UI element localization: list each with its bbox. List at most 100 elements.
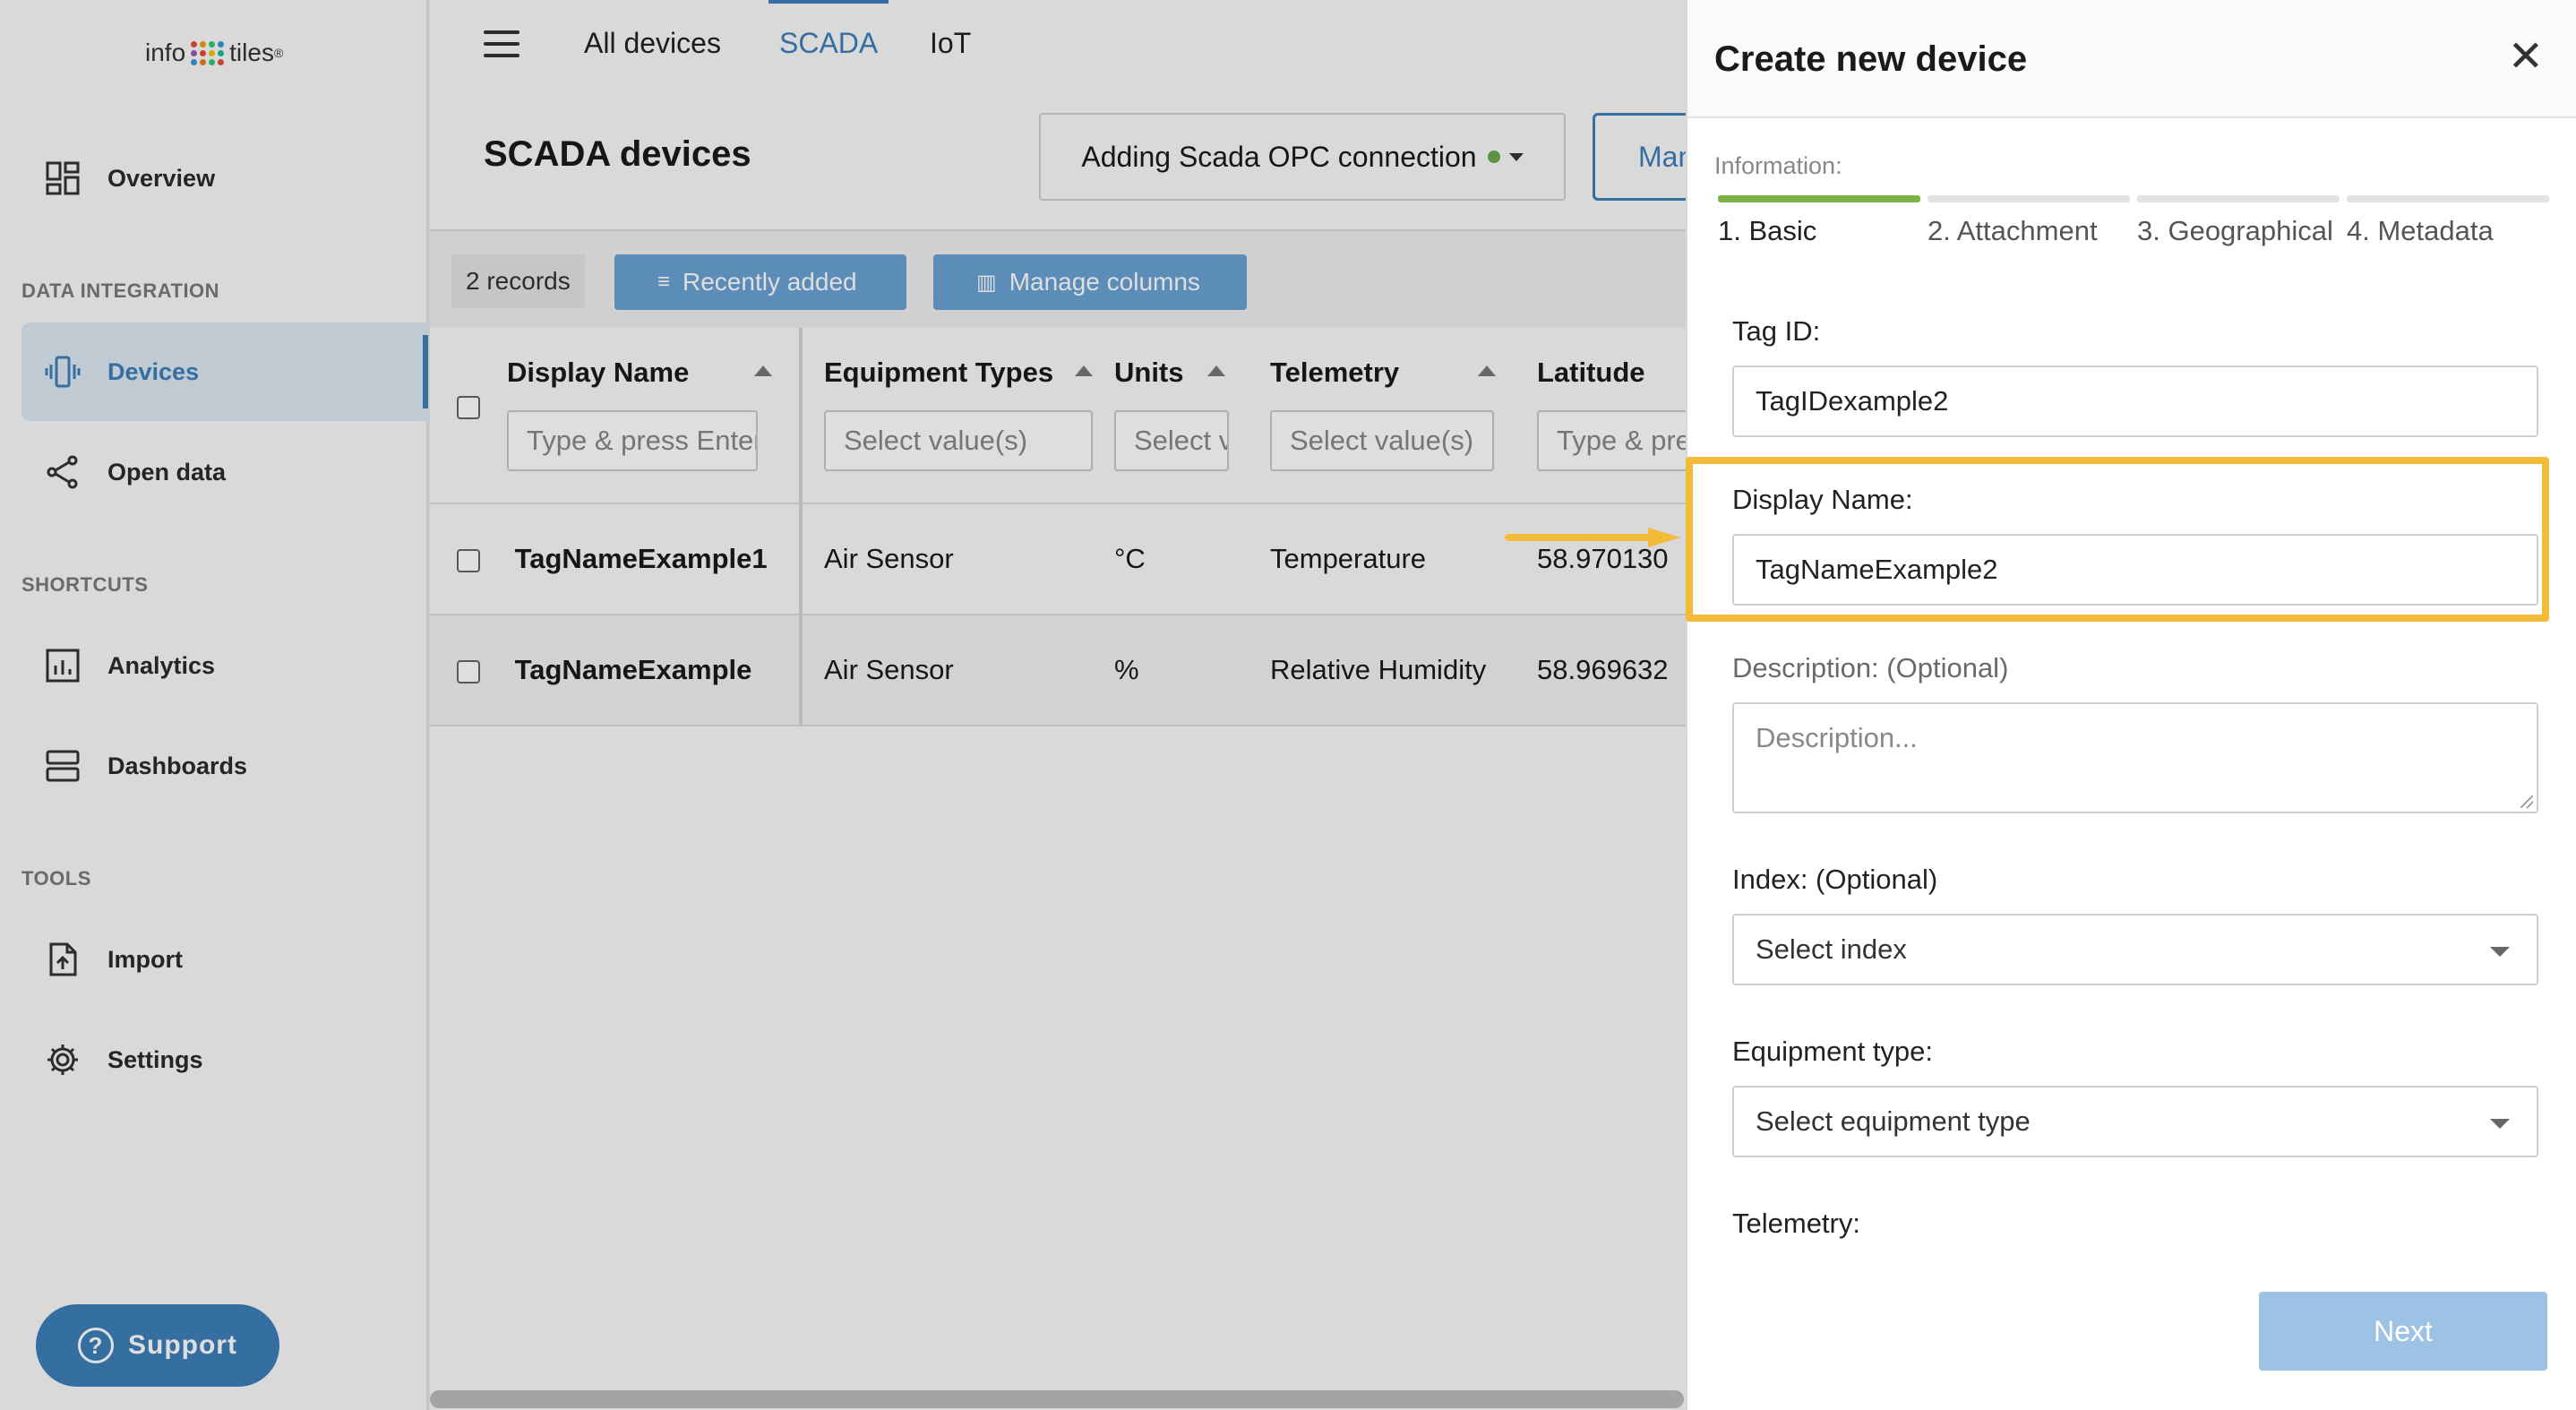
tab-iot[interactable]: IoT	[930, 27, 971, 60]
sidebar-item-settings[interactable]: Settings	[21, 1010, 428, 1109]
connection-dropdown[interactable]: Adding Scada OPC connection	[1039, 113, 1566, 201]
drawer-title: Create new device	[1714, 39, 2028, 79]
stacked-layers-icon	[46, 750, 80, 782]
index-select[interactable]: Select index	[1732, 914, 2538, 985]
cell-telemetry: Temperature	[1270, 503, 1537, 615]
recently-added-button[interactable]: ≡ Recently added	[614, 254, 906, 310]
step-label: 4. Metadata	[2347, 215, 2494, 246]
dashboard-grid-icon	[46, 161, 80, 195]
header-display-name[interactable]: Display Name Type & press Enter	[430, 328, 803, 504]
filter-telemetry-select[interactable]: Select value(s)	[1270, 410, 1494, 471]
close-icon[interactable]: ✕	[2508, 36, 2544, 79]
cell-display-name: TagNameExample	[430, 615, 803, 726]
table-row[interactable]: TagNameExample Air Sensor % Relative Hum…	[430, 615, 1716, 726]
cell-text: TagNameExample	[514, 654, 752, 685]
sidebar-item-label: Open data	[107, 458, 227, 486]
header-units[interactable]: Units Select value(s)	[1114, 328, 1270, 504]
header-telemetry[interactable]: Telemetry Select value(s)	[1270, 328, 1537, 504]
row-checkbox[interactable]	[457, 548, 480, 572]
equipment-type-select-value: Select equipment type	[1756, 1105, 2031, 1137]
header-equipment-types[interactable]: Equipment Types Select value(s)	[801, 328, 1114, 504]
manage-columns-button[interactable]: ▥ Manage columns	[933, 254, 1247, 310]
sidebar-item-devices[interactable]: Devices	[21, 322, 428, 421]
horizontal-scrollbar[interactable]	[430, 1390, 1684, 1408]
cell-display-name: TagNameExample1	[430, 503, 803, 615]
logo-registered-mark: ®	[273, 46, 284, 60]
manage-columns-label: Manage columns	[1009, 268, 1200, 296]
sort-asc-icon[interactable]	[1478, 365, 1496, 376]
table-header-row: Display Name Type & press Enter Equipmen…	[430, 328, 1716, 504]
sidebar: info tiles ® Overview DATA INTEGRATION D…	[0, 0, 428, 1410]
arrow-right-icon	[1505, 528, 1680, 547]
header-label: Latitude	[1537, 357, 1645, 388]
cell-equipment: Air Sensor	[801, 503, 1114, 615]
index-select-value: Select index	[1756, 933, 1907, 965]
section-label-data-integration: DATA INTEGRATION	[21, 279, 220, 302]
filter-icon: ≡	[657, 270, 671, 294]
connection-label: Adding Scada OPC connection	[1081, 140, 1477, 173]
cell-units: %	[1114, 615, 1270, 726]
tab-scada[interactable]: SCADA	[768, 0, 889, 60]
step-label: 2. Attachment	[1928, 215, 2098, 246]
sidebar-item-label: Analytics	[107, 651, 216, 679]
header-label: Display Name	[507, 357, 690, 388]
resize-handle-icon[interactable]	[2520, 795, 2533, 808]
filter-equipment-types-select[interactable]: Select value(s)	[824, 410, 1093, 471]
step-basic[interactable]: 1. Basic	[1718, 195, 1920, 247]
chevron-down-icon	[2490, 947, 2510, 957]
header-label: Telemetry	[1270, 357, 1400, 388]
next-button[interactable]: Next	[2259, 1292, 2547, 1371]
table-row[interactable]: TagNameExample1 Air Sensor °C Temperatur…	[430, 503, 1716, 615]
logo-text-left: info	[145, 39, 186, 66]
page-title: SCADA devices	[484, 134, 751, 174]
section-label-shortcuts: SHORTCUTS	[21, 573, 149, 596]
recently-added-label: Recently added	[683, 268, 857, 296]
equipment-type-label: Equipment type:	[1732, 1036, 1934, 1067]
connection-status-dot	[1487, 150, 1500, 163]
tab-all-devices[interactable]: All devices	[584, 27, 721, 60]
step-metadata[interactable]: 4. Metadata	[2347, 195, 2549, 247]
create-device-drawer: Create new device ✕ Information: 1. Basi…	[1686, 0, 2576, 1410]
logo-dots-icon	[191, 40, 225, 65]
sidebar-item-dashboards[interactable]: Dashboards	[21, 717, 428, 815]
highlight-box	[1686, 457, 2549, 622]
filter-units-select[interactable]: Select value(s)	[1114, 410, 1229, 471]
sort-asc-icon[interactable]	[754, 365, 772, 376]
cell-telemetry: Relative Humidity	[1270, 615, 1537, 726]
gear-icon	[47, 1045, 78, 1075]
step-geographical[interactable]: 3. Geographical	[2137, 195, 2340, 247]
records-count: 2 records	[451, 254, 585, 308]
hamburger-menu-icon[interactable]	[484, 30, 519, 57]
step-label: 3. Geographical	[2137, 215, 2333, 246]
support-button[interactable]: ? Support	[36, 1304, 279, 1387]
share-icon	[47, 455, 78, 489]
app-logo[interactable]: info tiles ®	[145, 30, 283, 75]
chevron-down-icon	[2490, 1119, 2510, 1129]
step-attachment[interactable]: 2. Attachment	[1928, 195, 2130, 247]
logo-text-right: tiles	[229, 39, 274, 66]
sidebar-item-open-data[interactable]: Open data	[21, 423, 428, 521]
steps-label: Information:	[1714, 152, 1842, 179]
cell-equipment: Air Sensor	[801, 615, 1114, 726]
sidebar-item-label: Devices	[107, 357, 200, 385]
sort-asc-icon[interactable]	[1207, 365, 1225, 376]
header-label: Equipment Types	[824, 357, 1054, 388]
sidebar-item-import[interactable]: Import	[21, 910, 428, 1009]
row-checkbox[interactable]	[457, 659, 480, 684]
sidebar-item-label: Dashboards	[107, 752, 248, 779]
tag-id-input[interactable]: TagIDexample2	[1732, 365, 2538, 437]
sidebar-item-analytics[interactable]: Analytics	[21, 616, 428, 715]
chevron-down-icon	[1508, 152, 1524, 161]
filter-display-name-input[interactable]: Type & press Enter	[507, 410, 758, 471]
index-label: Index: (Optional)	[1732, 864, 1938, 895]
equipment-type-select[interactable]: Select equipment type	[1732, 1086, 2538, 1157]
header-label: Units	[1114, 357, 1184, 388]
select-all-checkbox[interactable]	[457, 396, 480, 419]
sort-asc-icon[interactable]	[1075, 365, 1093, 376]
device-vibrate-icon	[45, 356, 81, 388]
question-circle-icon: ?	[78, 1328, 114, 1363]
step-label: 1. Basic	[1718, 215, 1817, 246]
sidebar-item-overview[interactable]: Overview	[21, 129, 428, 228]
description-label: Description: (Optional)	[1732, 652, 2009, 684]
description-textarea[interactable]: Description...	[1732, 702, 2538, 813]
